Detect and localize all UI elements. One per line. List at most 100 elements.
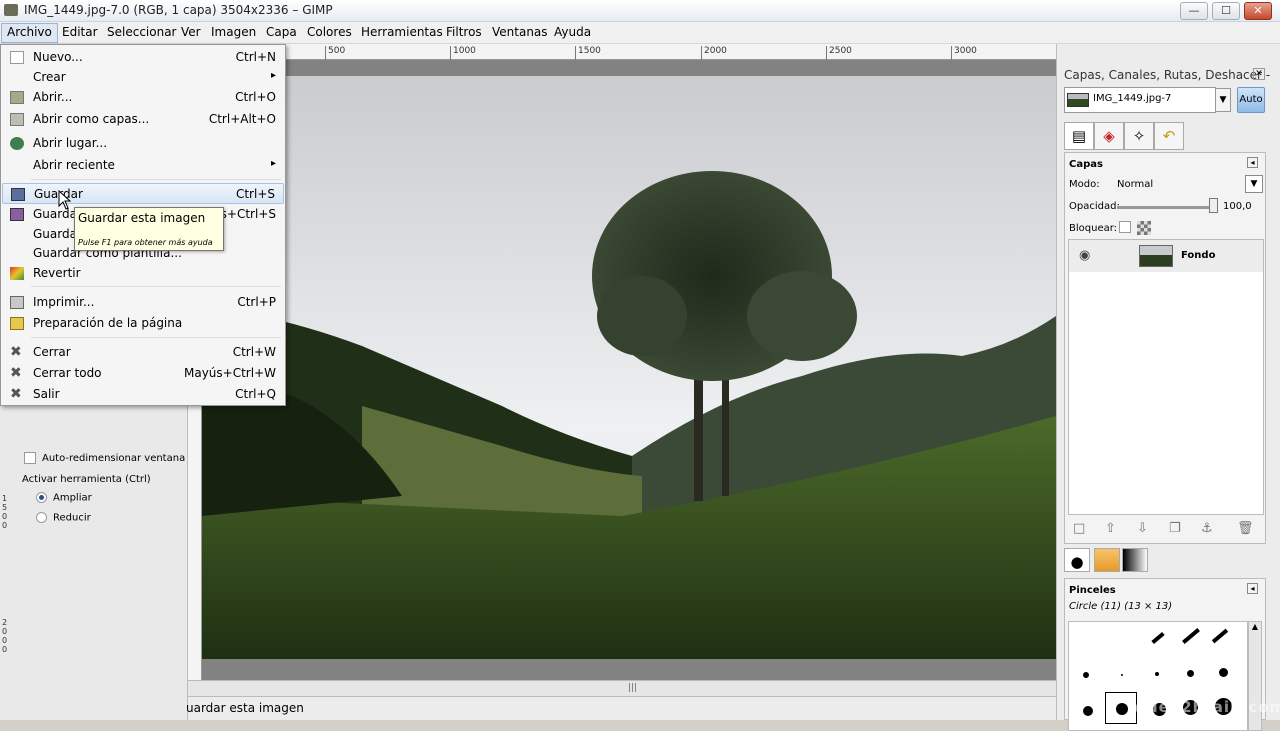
auto-resize-option[interactable]: Auto-redimensionar ventana	[24, 452, 185, 464]
brush-item[interactable]	[1083, 672, 1089, 678]
brush-item[interactable]	[1219, 668, 1228, 677]
menu-ventanas[interactable]: Ventanas	[492, 25, 548, 39]
menu-item-abrir-como-capas[interactable]: Abrir como capas... Ctrl+Alt+O	[2, 109, 284, 130]
auto-button[interactable]: Auto	[1237, 87, 1265, 113]
scrollbar-grip-icon[interactable]: |||	[628, 683, 637, 693]
maximize-button[interactable]: ☐	[1212, 2, 1240, 20]
tab-layers-icon[interactable]: ▤	[1064, 122, 1094, 150]
layers-list: ◉ Fondo	[1068, 239, 1264, 515]
menu-item-label: Nuevo...	[33, 50, 83, 64]
tab-channels-icon[interactable]: ◈	[1094, 122, 1124, 150]
visibility-eye-icon[interactable]: ◉	[1079, 248, 1090, 263]
menu-item-abrir[interactable]: Abrir... Ctrl+O	[2, 87, 284, 108]
close-all-icon: ✖	[10, 365, 22, 381]
mode-label: Modo:	[1069, 179, 1100, 190]
quit-icon: ✖	[10, 386, 22, 402]
brushes-menu-icon[interactable]: ◂	[1247, 583, 1258, 594]
brush-item[interactable]	[1182, 628, 1200, 644]
menu-item-revertir[interactable]: Revertir	[2, 263, 284, 284]
close-x-icon: ✖	[10, 344, 22, 360]
menu-item-cerrar-todo[interactable]: ✖ Cerrar todo Mayús+Ctrl+W	[2, 363, 284, 384]
image-selector[interactable]: IMG_1449.jpg-7	[1064, 87, 1216, 113]
auto-resize-checkbox[interactable]	[24, 452, 36, 464]
auto-resize-label: Auto-redimensionar ventana	[42, 453, 186, 464]
zoom-in-option[interactable]: Ampliar	[36, 492, 92, 504]
zoom-in-label: Ampliar	[53, 492, 92, 504]
menu-item-imprimir[interactable]: Imprimir... Ctrl+P	[2, 292, 284, 313]
status-text: uardar esta imagen	[186, 701, 304, 715]
new-layer-icon[interactable]: □	[1073, 521, 1085, 536]
menu-item-crear[interactable]: Crear ▸	[2, 67, 284, 88]
tooltip: Guardar esta imagen Pulse F1 para obtene…	[74, 207, 224, 251]
menu-item-shortcut: Ctrl+Q	[235, 387, 276, 401]
menu-imagen[interactable]: Imagen	[211, 25, 256, 39]
menu-herramientas[interactable]: Herramientas	[361, 25, 443, 39]
brush-item[interactable]	[1155, 672, 1159, 676]
dock-close-icon[interactable]: ✕	[1253, 68, 1265, 80]
mode-dropdown-arrow-icon[interactable]: ▼	[1245, 175, 1263, 193]
horizontal-scrollbar[interactable]: |||	[188, 680, 1056, 696]
menu-ayuda[interactable]: Ayuda	[554, 25, 591, 39]
opacity-slider-track[interactable]	[1117, 206, 1209, 209]
opacity-slider-handle[interactable]	[1209, 198, 1218, 213]
open-as-layers-icon	[10, 113, 24, 126]
menu-item-label: Cerrar	[33, 345, 71, 359]
save-as-icon	[10, 208, 24, 221]
close-button[interactable]: ✕	[1244, 2, 1272, 20]
brush-item[interactable]	[1121, 674, 1123, 676]
opacity-value[interactable]: 100,0	[1223, 201, 1252, 212]
menu-colores[interactable]: Colores	[307, 25, 352, 39]
anchor-layer-icon[interactable]: ⚓	[1201, 521, 1213, 536]
menu-capa[interactable]: Capa	[266, 25, 297, 39]
duplicate-layer-icon[interactable]: ❐	[1169, 521, 1181, 536]
revert-icon	[10, 267, 24, 280]
brushes-header: Pinceles	[1069, 585, 1116, 596]
menu-item-guardar[interactable]: Guardar Ctrl+S	[2, 183, 284, 204]
menu-item-shortcut: Ctrl+W	[232, 345, 276, 359]
menu-archivo[interactable]: Archivo	[1, 23, 58, 43]
tab-gradients-icon[interactable]	[1122, 548, 1148, 572]
menu-editar[interactable]: Editar	[62, 25, 98, 39]
zoom-in-radio[interactable]	[36, 492, 47, 503]
zoom-out-radio[interactable]	[36, 512, 47, 523]
layer-row-fondo[interactable]: ◉ Fondo	[1069, 240, 1263, 272]
layer-name[interactable]: Fondo	[1181, 250, 1215, 261]
ruler-tick: 2500	[826, 46, 852, 60]
mode-value[interactable]: Normal	[1117, 179, 1153, 190]
lower-layer-icon[interactable]: ⇩	[1137, 521, 1148, 536]
brush-item[interactable]	[1151, 631, 1165, 645]
lock-pixels-checkbox[interactable]	[1119, 221, 1131, 233]
watermark: video2brain.com	[1130, 698, 1280, 716]
minimize-button[interactable]: —	[1180, 2, 1208, 20]
tab-paths-icon[interactable]: ✧	[1124, 122, 1154, 150]
image-selector-arrow-icon[interactable]: ▼	[1215, 88, 1231, 112]
tab-undo-icon[interactable]: ↶	[1154, 122, 1184, 150]
lock-alpha-icon[interactable]	[1137, 221, 1151, 235]
layers-menu-icon[interactable]: ◂	[1247, 157, 1258, 168]
tab-brushes-icon[interactable]: ●	[1064, 548, 1090, 572]
image-canvas[interactable]	[202, 76, 1056, 659]
top-ruler: 500 1000 1500 2000 2500 3000 3500 4000	[188, 44, 1227, 60]
menu-item-abrir-lugar[interactable]: Abrir lugar...	[2, 133, 284, 154]
tab-patterns-icon[interactable]	[1094, 548, 1120, 572]
layers-panel: Capas ◂ Modo: Normal ▼ Opacidad: 100,0 B…	[1064, 152, 1266, 544]
menu-ver[interactable]: Ver	[181, 25, 201, 39]
brush-item[interactable]	[1187, 670, 1194, 677]
zoom-out-option[interactable]: Reducir	[36, 512, 91, 524]
menu-item-preparacion-pagina[interactable]: Preparación de la página	[2, 313, 284, 334]
save-icon	[11, 188, 25, 201]
raise-layer-icon[interactable]: ⇧	[1105, 521, 1116, 536]
selected-brush-label: Circle (11) (13 × 13)	[1069, 601, 1173, 612]
menu-item-abrir-reciente[interactable]: Abrir reciente ▸	[2, 155, 284, 176]
brush-item[interactable]	[1083, 706, 1093, 716]
menu-item-nuevo[interactable]: Nuevo... Ctrl+N	[2, 47, 284, 68]
menu-item-label: Abrir lugar...	[33, 136, 108, 150]
menu-item-salir[interactable]: ✖ Salir Ctrl+Q	[2, 384, 284, 405]
menu-seleccionar[interactable]: Seleccionar	[107, 25, 176, 39]
menu-filtros[interactable]: Filtros	[446, 25, 482, 39]
ruler-tick: 1500	[575, 46, 601, 60]
delete-layer-icon[interactable]: 🗑	[1237, 521, 1254, 536]
menu-item-cerrar[interactable]: ✖ Cerrar Ctrl+W	[2, 342, 284, 363]
brush-item[interactable]	[1211, 628, 1229, 644]
ruler-tick: 1000	[450, 46, 476, 60]
